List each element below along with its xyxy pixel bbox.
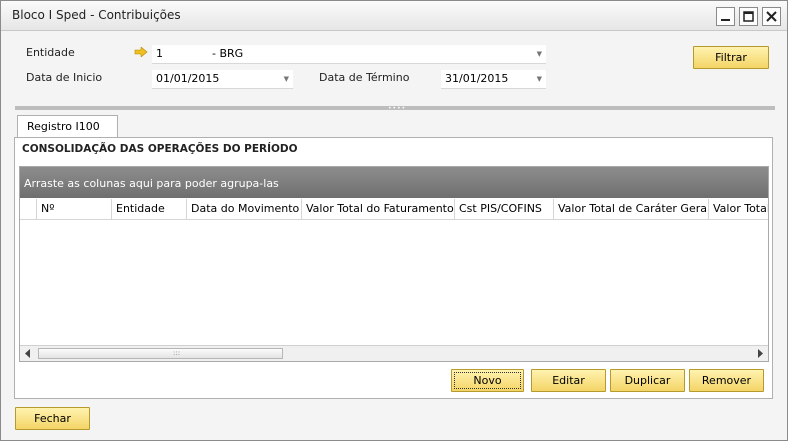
window: Bloco I Sped - Contribuições Entidade 1 … [0, 0, 788, 441]
column-header[interactable]: Data do Movimento [186, 199, 301, 220]
entidade-code: 1 [156, 47, 163, 60]
column-header[interactable]: Valor Total d [708, 199, 768, 220]
data-termino-value: 31/01/2015 [445, 72, 509, 85]
fechar-button[interactable]: Fechar [15, 407, 90, 430]
novo-button[interactable]: Novo [451, 369, 524, 392]
horizontal-scrollbar[interactable]: ::: [20, 345, 768, 361]
entidade-field[interactable]: 1 - BRG ▼ [152, 45, 546, 64]
column-header[interactable]: Valor Total do Faturamento [301, 199, 454, 220]
data-inicio-label: Data de Inicio [26, 71, 103, 84]
filtrar-button[interactable]: Filtrar [693, 46, 769, 69]
column-header[interactable]: Entidade [111, 199, 186, 220]
column-header[interactable]: Nº [36, 199, 111, 220]
scroll-right-icon[interactable] [757, 349, 764, 358]
link-arrow-icon[interactable] [134, 47, 148, 57]
splitter-grip-icon: •••• [388, 105, 407, 112]
scroll-left-icon[interactable] [24, 349, 31, 358]
maximize-button[interactable] [739, 7, 758, 26]
column-header[interactable]: Cst PIS/COFINS [454, 199, 553, 220]
entidade-label: Entidade [26, 46, 75, 59]
section-title: CONSOLIDAÇÃO DAS OPERAÇÕES DO PERÍODO [22, 143, 298, 155]
entidade-name: - BRG [212, 47, 244, 60]
data-termino-label: Data de Término [319, 71, 410, 84]
chevron-down-icon[interactable]: ▼ [537, 70, 542, 88]
close-icon [766, 11, 777, 22]
scrollbar-thumb[interactable]: ::: [38, 348, 283, 359]
minimize-icon [721, 19, 730, 21]
editar-button[interactable]: Editar [531, 369, 606, 392]
maximize-icon [743, 11, 754, 22]
tab-registro-i100[interactable]: Registro I100 [17, 115, 118, 138]
chevron-down-icon[interactable]: ▼ [537, 45, 542, 63]
group-by-area[interactable]: Arraste as colunas aqui para poder agrup… [20, 167, 768, 198]
scroll-grip-icon: ::: [173, 349, 181, 357]
data-inicio-value: 01/01/2015 [156, 72, 220, 85]
chevron-down-icon[interactable]: ▼ [284, 70, 289, 88]
minimize-button[interactable] [716, 7, 735, 26]
grid-header-row: Nº Entidade Data do Movimento Valor Tota… [20, 199, 768, 220]
tab-panel: CONSOLIDAÇÃO DAS OPERAÇÕES DO PERÍODO Ar… [14, 137, 773, 399]
close-button[interactable] [762, 7, 781, 26]
data-termino-field[interactable]: 31/01/2015 ▼ [441, 70, 546, 89]
title-bar: Bloco I Sped - Contribuições [1, 1, 787, 31]
data-grid[interactable]: Arraste as colunas aqui para poder agrup… [19, 166, 769, 362]
column-header[interactable]: Valor Total de Caráter Geral [553, 199, 708, 220]
remover-button[interactable]: Remover [689, 369, 764, 392]
data-inicio-field[interactable]: 01/01/2015 ▼ [152, 70, 293, 89]
window-title: Bloco I Sped - Contribuições [12, 8, 181, 22]
row-indicator-header [20, 199, 36, 220]
duplicar-button[interactable]: Duplicar [610, 369, 685, 392]
